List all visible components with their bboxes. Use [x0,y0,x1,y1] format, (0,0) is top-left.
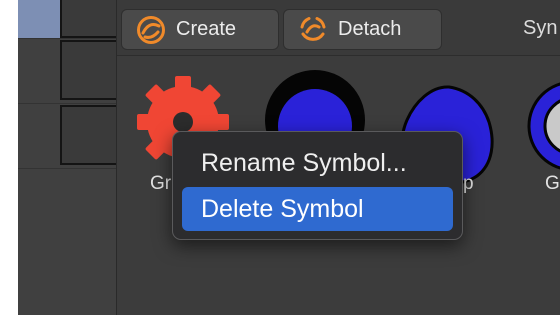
create-button-label: Create [176,18,237,40]
sidebar-cell[interactable] [60,0,120,38]
create-symbol-icon [137,15,165,44]
context-menu: Rename Symbol... Delete Symbol [172,131,463,240]
delete-symbol-label: Delete Symbol [201,194,364,223]
rename-symbol-menu-item[interactable]: Rename Symbol... [182,141,453,185]
partial-ring-symbol[interactable] [527,76,560,176]
sidebar-cell[interactable] [60,105,120,165]
window-edge [0,0,18,315]
create-button[interactable]: Create [121,9,279,50]
gear-symbol-label: Gr [150,173,172,194]
ring-symbol-label: G [545,173,560,194]
divider [18,168,116,169]
delete-symbol-menu-item[interactable]: Delete Symbol [182,187,453,231]
divider [18,103,116,104]
sidebar-cell[interactable] [60,40,120,100]
detach-button-label: Detach [338,18,402,40]
blob-symbol-label: p [463,173,474,194]
selected-sidebar-tab[interactable] [18,0,60,38]
left-sidebar [18,0,120,315]
divider [18,38,116,39]
panel-title: Syn [523,17,558,39]
rename-symbol-label: Rename Symbol... [201,148,407,177]
detach-button[interactable]: Detach [283,9,442,50]
detach-symbol-icon [300,16,326,41]
toolbar: Create Detach Syn [117,0,560,56]
